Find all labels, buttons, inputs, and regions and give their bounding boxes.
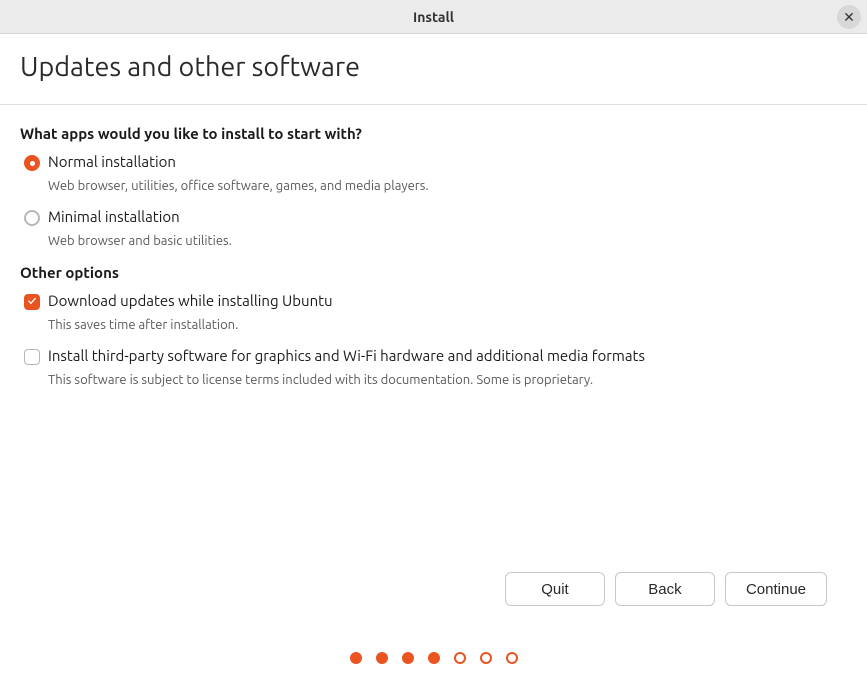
progress-dot-6 [480, 652, 492, 664]
page-header: Updates and other software [0, 34, 867, 105]
normal-install-option[interactable]: Normal installation [24, 153, 847, 171]
continue-button[interactable]: Continue [725, 572, 827, 606]
radio-unselected-icon [24, 210, 40, 226]
back-button[interactable]: Back [615, 572, 715, 606]
progress-dot-2 [376, 652, 388, 664]
close-button[interactable]: ✕ [837, 5, 861, 29]
minimal-install-option[interactable]: Minimal installation [24, 208, 847, 226]
close-icon: ✕ [843, 9, 855, 26]
titlebar: Install ✕ [0, 0, 867, 34]
progress-dots [20, 622, 847, 698]
normal-install-label: Normal installation [48, 153, 176, 170]
third-party-desc: This software is subject to license term… [48, 373, 847, 387]
other-options-label: Other options [20, 264, 847, 281]
window-title: Install [413, 9, 454, 25]
download-updates-label: Download updates while installing Ubuntu [48, 292, 333, 309]
progress-dot-7 [506, 652, 518, 664]
checkbox-checked-icon [24, 294, 40, 310]
button-row: Quit Back Continue [20, 572, 847, 622]
progress-dot-1 [350, 652, 362, 664]
minimal-install-desc: Web browser and basic utilities. [48, 234, 847, 248]
progress-dot-4 [428, 652, 440, 664]
progress-dot-5 [454, 652, 466, 664]
content-area: What apps would you like to install to s… [0, 105, 867, 698]
minimal-install-label: Minimal installation [48, 208, 180, 225]
progress-dot-3 [402, 652, 414, 664]
apps-question-label: What apps would you like to install to s… [20, 125, 847, 142]
download-updates-option[interactable]: Download updates while installing Ubuntu [24, 292, 847, 310]
third-party-label: Install third-party software for graphic… [48, 347, 645, 364]
page-title: Updates and other software [20, 52, 847, 82]
third-party-option[interactable]: Install third-party software for graphic… [24, 347, 847, 365]
quit-button[interactable]: Quit [505, 572, 605, 606]
radio-selected-icon [24, 155, 40, 171]
normal-install-desc: Web browser, utilities, office software,… [48, 179, 847, 193]
checkbox-unchecked-icon [24, 349, 40, 365]
download-updates-desc: This saves time after installation. [48, 318, 847, 332]
